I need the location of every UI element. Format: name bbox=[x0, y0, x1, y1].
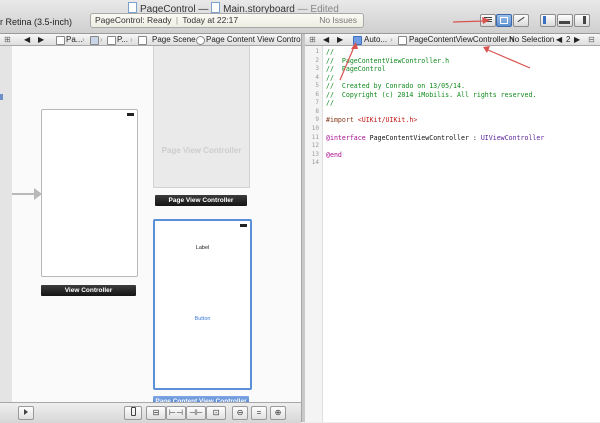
annotation-arrow-file bbox=[483, 46, 531, 69]
annotation-overlay bbox=[339, 17, 531, 81]
annotation-arrow-automatic bbox=[339, 42, 358, 81]
annotation-arrow-save bbox=[452, 17, 490, 24]
